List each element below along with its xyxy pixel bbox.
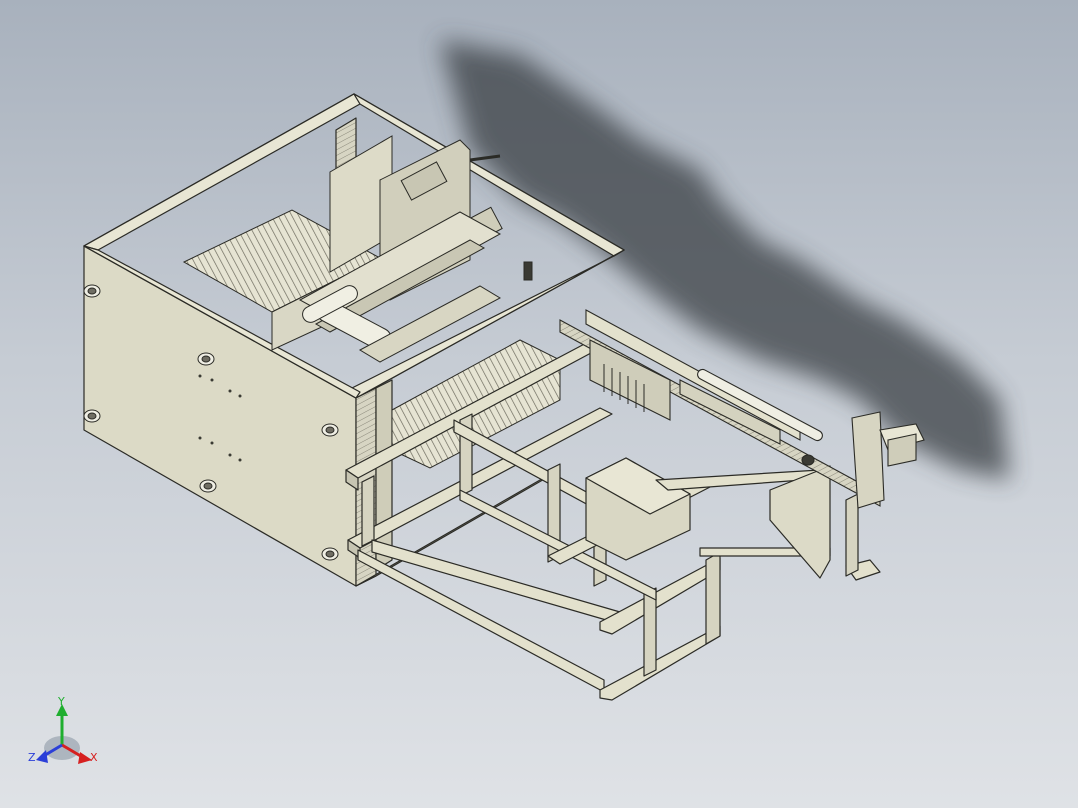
y-axis-label: Y xyxy=(58,695,65,708)
shaft xyxy=(801,454,815,466)
discharge-plate xyxy=(769,465,831,579)
model-scene[interactable] xyxy=(0,0,1078,808)
screw xyxy=(199,479,217,493)
graphics-viewport[interactable]: Y Z X xyxy=(0,0,1078,808)
screw xyxy=(321,547,339,561)
motor-mount xyxy=(851,411,885,509)
triad-labels: Y Z X xyxy=(22,690,112,770)
screw xyxy=(83,409,101,423)
screw xyxy=(321,423,339,437)
x-axis-label: X xyxy=(90,751,98,764)
screw xyxy=(197,352,215,366)
screw xyxy=(83,284,101,298)
z-axis-label: Z xyxy=(28,751,36,764)
